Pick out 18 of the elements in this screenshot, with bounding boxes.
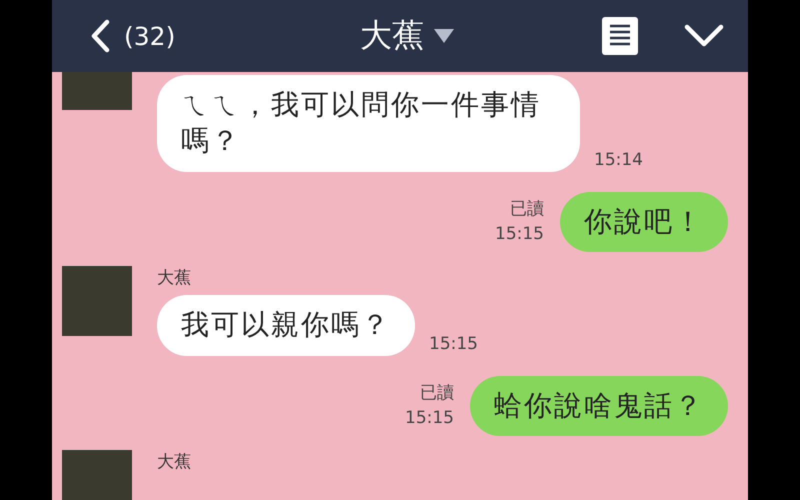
message-time: 15:15 [429, 334, 478, 356]
read-receipt: 已讀 [510, 198, 544, 222]
back-icon[interactable] [90, 19, 110, 53]
chevron-down-icon[interactable] [684, 24, 724, 48]
sender-name: 大蕉 [157, 267, 192, 290]
sender-name: 大蕉 [157, 450, 191, 473]
message-time: 15:15 [405, 408, 454, 430]
chat-title[interactable]: 大蕉 [360, 14, 424, 58]
message-bubble: 你說吧！ [560, 192, 728, 252]
read-receipt: 已讀 [420, 382, 454, 405]
unread-count[interactable]: (32) [124, 22, 176, 50]
notes-icon[interactable] [602, 17, 638, 55]
message-bubble: 蛤你說啥鬼話？ [470, 376, 728, 436]
message-time: 15:15 [495, 224, 544, 246]
message-bubble: ㄟㄟ，我可以問你一件事情嗎？ [157, 75, 580, 172]
message-bubble: 我可以親你嗎？ [157, 295, 415, 356]
message-time: 15:14 [594, 150, 643, 172]
dropdown-icon[interactable] [434, 29, 454, 43]
